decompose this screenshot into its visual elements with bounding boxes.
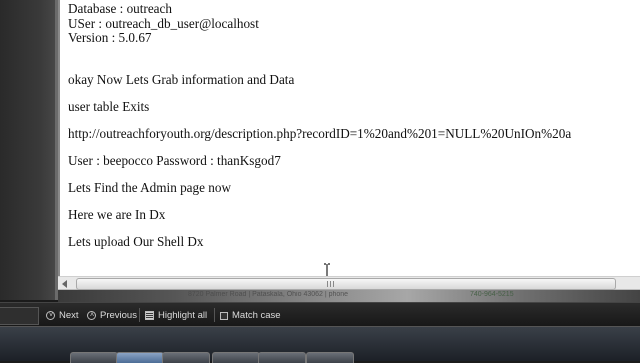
window-frame-left — [0, 0, 58, 300]
separator — [214, 308, 215, 322]
background-phone-text: 740-964-5215 — [470, 291, 514, 298]
horizontal-scrollbar[interactable] — [58, 276, 640, 290]
arrow-left-icon[interactable] — [62, 280, 67, 288]
taskbar-button[interactable] — [70, 352, 118, 363]
url-paragraph: http://outreachforyouth.org/description.… — [68, 125, 572, 141]
paragraph: okay Now Lets Grab information and Data — [68, 71, 295, 87]
document-view[interactable]: Database : outreach USer : outreach_db_u… — [58, 0, 640, 276]
find-bar: ˅ Next ˄ Previous Highlight all Match ca… — [0, 302, 640, 327]
taskbar-button[interactable] — [162, 352, 210, 363]
paragraph: Lets Find the Admin page now — [68, 179, 231, 195]
paragraph: user table Exits — [68, 98, 150, 114]
highlight-icon — [145, 311, 154, 320]
find-previous-label: Previous — [100, 310, 137, 321]
find-next-button[interactable]: ˅ Next — [46, 309, 79, 322]
chevron-down-circle-icon: ˅ — [46, 311, 55, 320]
db-version-line: Version : 5.0.67 — [68, 30, 152, 45]
separator — [139, 308, 140, 322]
paragraph: Lets upload Our Shell Dx — [68, 233, 204, 249]
checkbox-icon — [220, 311, 228, 320]
match-case-checkbox[interactable]: Match case — [220, 309, 281, 322]
find-next-label: Next — [59, 310, 79, 321]
background-page-strip — [58, 290, 640, 302]
credentials-paragraph: User : beepocco Password : thanKsgod7 — [68, 152, 281, 168]
find-previous-button[interactable]: ˄ Previous — [87, 309, 137, 322]
chevron-up-circle-icon: ˄ — [87, 311, 96, 320]
taskbar-button[interactable] — [306, 352, 354, 363]
scrollbar-grip — [327, 281, 335, 287]
scrollbar-thumb[interactable] — [76, 278, 616, 290]
taskbar-button[interactable] — [212, 352, 260, 363]
taskbar-button[interactable] — [116, 352, 164, 363]
taskbar-button[interactable] — [258, 352, 306, 363]
document-text: Database : outreach USer : outreach_db_u… — [68, 1, 640, 249]
match-case-label: Match case — [232, 310, 281, 321]
find-input[interactable] — [0, 307, 39, 325]
db-user-line: USer : outreach_db_user@localhost — [68, 15, 259, 31]
db-name-line: Database : outreach — [68, 1, 172, 16]
paragraph: Here we are In Dx — [68, 206, 166, 222]
highlight-all-label: Highlight all — [158, 310, 208, 321]
background-address-text: 8720 Palmer Road | Pataskala, Ohio 43062… — [188, 291, 349, 298]
highlight-all-button[interactable]: Highlight all — [145, 309, 207, 322]
